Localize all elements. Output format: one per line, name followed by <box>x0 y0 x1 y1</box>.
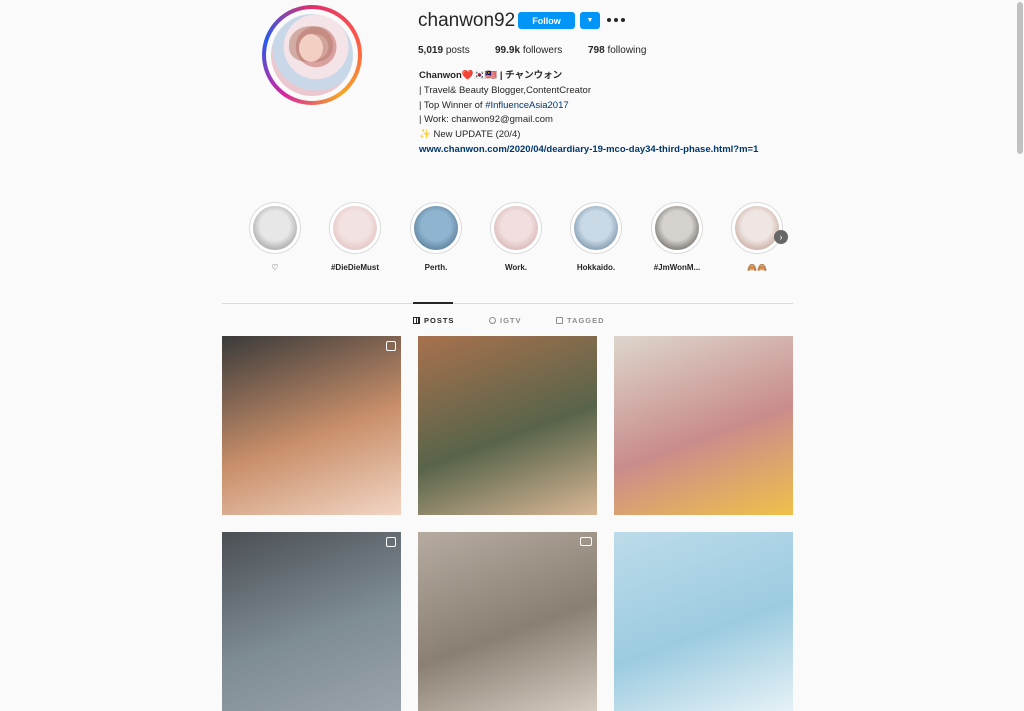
igtv-icon <box>489 317 496 324</box>
tagged-icon <box>556 317 563 324</box>
highlight-label: 🙈🙈 <box>747 263 767 272</box>
post-thumbnail[interactable] <box>222 336 401 515</box>
avatar-image <box>271 14 353 96</box>
highlight-cover <box>249 202 301 254</box>
bio-line-1: | Travel& Beauty Blogger,ContentCreator <box>419 84 591 96</box>
highlight-cover <box>731 202 783 254</box>
tab-posts-label: POSTS <box>424 316 455 325</box>
post-thumbnail[interactable] <box>614 336 793 515</box>
tab-tagged-label: TAGGED <box>567 316 605 325</box>
follow-button[interactable]: Follow <box>518 12 575 29</box>
highlight-cover <box>329 202 381 254</box>
bio-website-link[interactable]: www.chanwon.com/2020/04/deardiary-19-mco… <box>419 143 758 158</box>
post-thumbnail[interactable] <box>614 532 793 711</box>
bio-line-2-text: | Top Winner of <box>419 99 486 111</box>
highlight-item[interactable]: Perth. <box>406 202 466 272</box>
highlight-cover <box>410 202 462 254</box>
active-tab-indicator <box>413 302 453 304</box>
tab-posts[interactable]: POSTS <box>413 316 454 325</box>
highlight-cover <box>651 202 703 254</box>
followers-label: followers <box>522 45 563 56</box>
scrollbar-thumb[interactable] <box>1017 2 1023 154</box>
highlight-label: Perth. <box>424 263 448 272</box>
tabs-divider <box>222 303 793 304</box>
highlight-cover <box>570 202 622 254</box>
highlight-label: #DieDieMust <box>330 263 379 272</box>
profile-bio: Chanwon❤️🇰🇷🇲🇾 | チャンウォン | Travel& Beauty … <box>419 69 758 158</box>
tab-igtv[interactable]: IGTV <box>489 316 522 325</box>
highlight-label: Hokkaido. <box>576 263 616 272</box>
posts-label: posts <box>445 45 470 56</box>
highlight-item[interactable]: Work. <box>486 202 546 272</box>
highlight-item[interactable]: ♡ <box>245 202 305 272</box>
following-label: following <box>607 45 647 56</box>
highlights-next-icon[interactable]: › <box>774 230 788 244</box>
highlight-label: Work. <box>504 263 528 272</box>
highlight-item[interactable]: Hokkaido. <box>566 202 626 272</box>
following-stat[interactable]: 798 following <box>588 45 646 56</box>
bio-hashtag-link[interactable]: #InfluenceAsia2017 <box>485 100 568 111</box>
highlight-item[interactable]: #DieDieMust <box>325 202 385 272</box>
suggested-accounts-dropdown-button[interactable]: ▼ <box>580 12 600 29</box>
tab-tagged[interactable]: TAGGED <box>556 316 605 325</box>
tab-igtv-label: IGTV <box>500 316 522 325</box>
highlight-label: #JmWonM... <box>653 263 701 272</box>
highlight-label: ♡ <box>271 263 279 272</box>
multiple-images-icon <box>386 341 396 351</box>
profile-avatar[interactable] <box>262 5 362 105</box>
page-scrollbar[interactable] <box>1016 0 1024 572</box>
followers-count: 99.9k <box>495 45 521 56</box>
post-thumbnail[interactable] <box>222 532 401 711</box>
video-icon <box>580 537 592 546</box>
profile-username: chanwon92 <box>418 10 516 31</box>
multiple-images-icon <box>386 537 396 547</box>
following-count: 798 <box>588 45 605 56</box>
grid-icon <box>413 317 420 324</box>
posts-count: 5,019 <box>418 45 444 56</box>
followers-stat[interactable]: 99.9k followers <box>495 45 562 56</box>
bio-name: Chanwon❤️🇰🇷🇲🇾 | チャンウォン <box>419 70 563 81</box>
bio-line-2: | Top Winner of #InfluenceAsia2017 <box>419 99 758 114</box>
post-thumbnail[interactable] <box>418 532 597 711</box>
highlight-cover <box>490 202 542 254</box>
more-options-icon[interactable] <box>607 10 625 30</box>
bio-line-4: ✨ New UPDATE (20/4) <box>419 129 521 141</box>
highlight-item[interactable]: #JmWonM... <box>647 202 707 272</box>
post-thumbnail[interactable] <box>418 336 597 515</box>
bio-line-3: | Work: chanwon92@gmail.com <box>419 114 553 126</box>
posts-stat: 5,019 posts <box>418 45 470 56</box>
